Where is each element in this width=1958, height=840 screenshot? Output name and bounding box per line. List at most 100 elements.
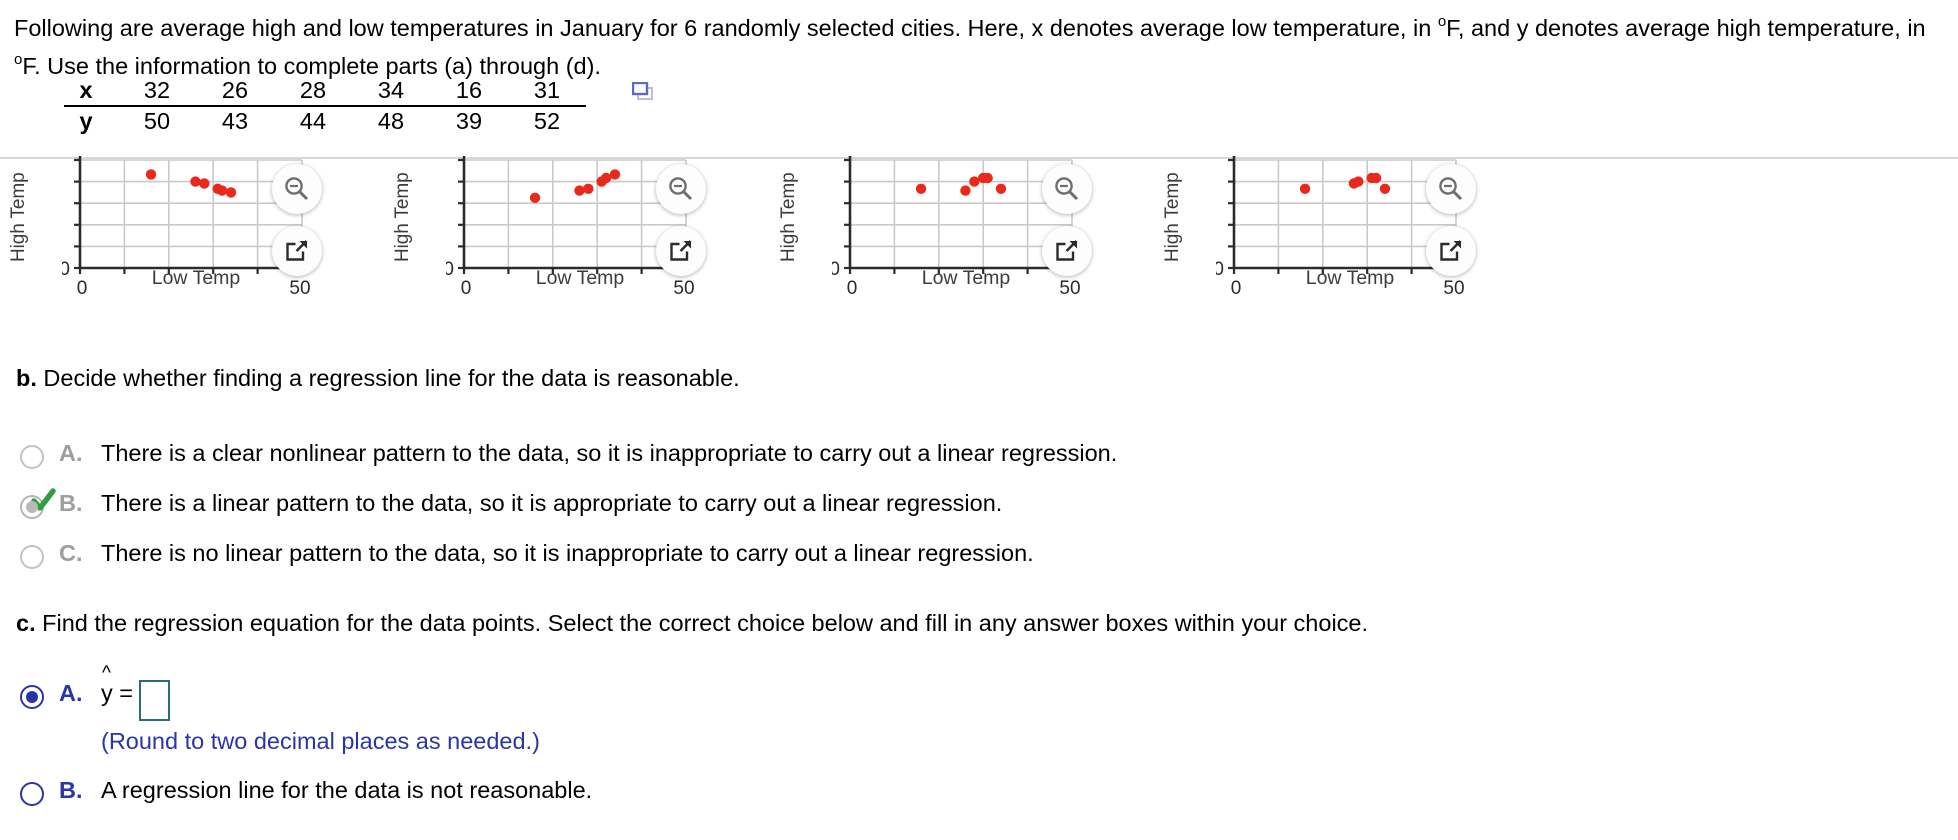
option-b-B[interactable]: B. There is a linear pattern to the data… bbox=[20, 488, 1420, 540]
equals-sign: = bbox=[112, 680, 134, 706]
table-cell-x2: 28 bbox=[274, 76, 352, 107]
plot-1-data-point bbox=[190, 176, 201, 187]
plot-3-y-axis-label: High Temp bbox=[778, 172, 799, 262]
table-cell-y4: 39 bbox=[455, 108, 483, 134]
scatter-plot-3: High Temp 0 0 50 Low Temp bbox=[778, 152, 1184, 312]
plot-2-data-point bbox=[600, 172, 612, 184]
plot-3-data-point bbox=[982, 172, 993, 184]
problem-line1-part1: Following are average high and low tempe… bbox=[14, 15, 1438, 41]
plot-2-y-axis-label: High Temp bbox=[392, 172, 413, 262]
option-c-B-letter: B. bbox=[59, 777, 83, 803]
plot-1-data-point bbox=[216, 185, 228, 196]
plot-2-x-axis-label: Low Temp bbox=[535, 267, 625, 289]
option-b-A-text: There is a clear nonlinear pattern to th… bbox=[101, 440, 1118, 466]
row-label-x: x bbox=[64, 76, 118, 107]
plot-3-tools bbox=[1042, 164, 1104, 288]
zoom-out-icon[interactable] bbox=[1426, 164, 1476, 214]
part-c-prompt: c. Find the regression equation for the … bbox=[16, 610, 1368, 637]
plot-3-data-point bbox=[995, 183, 1007, 194]
plot-4-data-point bbox=[1370, 172, 1382, 184]
plot-3-data-point bbox=[969, 176, 980, 187]
plot-2-tools bbox=[656, 164, 718, 288]
part-c-options: A. ^ y = (Round to two decimal places as… bbox=[20, 664, 1420, 827]
plot-1-y-axis-label: High Temp bbox=[8, 172, 29, 262]
plot-2-xtick-0: 0 bbox=[461, 278, 472, 299]
plot-4-x-axis-label: Low Temp bbox=[1305, 267, 1395, 289]
table-cell-y0: 50 bbox=[143, 108, 171, 134]
option-b-B-text: There is a linear pattern to the data, s… bbox=[101, 490, 1003, 516]
plot-4-tools bbox=[1426, 164, 1488, 288]
scatter-plot-4: High Temp 0 0 50 Low Temp bbox=[1162, 152, 1568, 312]
radio-b-B[interactable] bbox=[20, 488, 56, 519]
plot-4-data-point bbox=[1353, 176, 1364, 187]
data-table: x 32 26 28 34 16 31 y 50 43 44 48 39 52 bbox=[64, 76, 586, 136]
option-b-C-letter: C. bbox=[59, 540, 83, 566]
plot-2-data-point bbox=[583, 183, 594, 194]
radio-b-C[interactable] bbox=[20, 545, 44, 569]
table-cell-x0: 32 bbox=[118, 76, 196, 107]
option-b-A[interactable]: A. There is a clear nonlinear pattern to… bbox=[20, 440, 1420, 490]
part-b-options: A. There is a clear nonlinear pattern to… bbox=[20, 440, 1420, 590]
zoom-out-icon[interactable] bbox=[1042, 164, 1092, 214]
plot-1-ytick-0: 0 bbox=[62, 259, 70, 280]
plot-4-ytick-0: 0 bbox=[1216, 259, 1224, 280]
table-cell-x1: 26 bbox=[196, 76, 274, 107]
pop-out-icon[interactable] bbox=[1426, 226, 1476, 276]
table-cell-y5: 52 bbox=[533, 108, 561, 134]
option-b-A-letter: A. bbox=[59, 440, 83, 466]
table-cell-y3: 48 bbox=[377, 108, 405, 134]
part-b-text: Decide whether finding a regression line… bbox=[36, 365, 740, 391]
pop-out-icon[interactable] bbox=[1042, 226, 1092, 276]
regression-equation-block: ^ y = (Round to two decimal places as ne… bbox=[101, 664, 540, 755]
zoom-out-icon[interactable] bbox=[656, 164, 706, 214]
y-hat-symbol: ^ y = bbox=[101, 664, 134, 707]
plot-3-ytick-0: 0 bbox=[832, 259, 840, 280]
part-b-prompt: b. Decide whether finding a regression l… bbox=[16, 365, 740, 392]
option-c-B-text: A regression line for the data is not re… bbox=[101, 777, 593, 803]
part-c-text: Find the regression equation for the dat… bbox=[35, 610, 1369, 636]
table-row-x: x 32 26 28 34 16 31 bbox=[64, 76, 586, 107]
plot-4-y-axis-label: High Temp bbox=[1162, 172, 1183, 262]
plot-2-data-point bbox=[609, 169, 621, 180]
plot-2-ytick-0: 0 bbox=[446, 259, 454, 280]
radio-c-A[interactable] bbox=[20, 685, 44, 709]
part-c-label: c. bbox=[16, 610, 36, 636]
plot-2-data-point bbox=[574, 185, 585, 196]
radio-c-B[interactable] bbox=[20, 782, 44, 806]
table-cell-x5: 31 bbox=[508, 76, 586, 107]
option-b-B-letter: B. bbox=[59, 490, 83, 516]
problem-statement: Following are average high and low tempe… bbox=[14, 6, 1934, 82]
plot-1-data-point bbox=[145, 169, 157, 180]
pop-out-icon[interactable] bbox=[272, 226, 322, 276]
pop-out-icon[interactable] bbox=[656, 226, 706, 276]
answer-input-box[interactable] bbox=[139, 680, 171, 721]
plot-1-xtick-0: 0 bbox=[77, 278, 88, 299]
zoom-out-icon[interactable] bbox=[272, 164, 322, 214]
plot-4-data-point bbox=[1299, 183, 1311, 194]
part-b-label: b. bbox=[16, 365, 37, 391]
table-cell-x4: 16 bbox=[430, 76, 508, 107]
problem-line2-part1: high temperature, in bbox=[1716, 15, 1926, 41]
plot-1-tools bbox=[272, 164, 334, 288]
option-b-C-text: There is no linear pattern to the data, … bbox=[101, 540, 1034, 566]
data-table-container: x 32 26 28 34 16 31 y 50 43 44 48 39 52 bbox=[64, 76, 586, 136]
plot-1-data-point bbox=[225, 187, 237, 198]
copy-icon[interactable] bbox=[631, 81, 654, 102]
plot-3-data-point bbox=[960, 185, 971, 196]
plot-4-data-point bbox=[1379, 183, 1391, 194]
scatter-plot-1: High Temp 0 0 50 Low Temp bbox=[8, 152, 414, 312]
table-row-y: y 50 43 44 48 39 52 bbox=[64, 106, 586, 136]
radio-b-A[interactable] bbox=[20, 445, 44, 469]
option-c-B[interactable]: B. A regression line for the data is not… bbox=[20, 777, 1420, 827]
option-c-A[interactable]: A. ^ y = (Round to two decimal places as… bbox=[20, 664, 1420, 755]
plot-3-xtick-0: 0 bbox=[847, 278, 858, 299]
degree-symbol-1: o bbox=[1437, 13, 1447, 30]
check-icon bbox=[31, 488, 56, 511]
option-b-C[interactable]: C. There is no linear pattern to the dat… bbox=[20, 540, 1420, 590]
scatter-plot-2: High Temp 0 0 50 Low Temp bbox=[392, 152, 798, 312]
plot-1-data-point bbox=[199, 178, 210, 189]
rounding-note: (Round to two decimal places as needed.) bbox=[101, 728, 540, 754]
plot-1-x-axis-label: Low Temp bbox=[151, 267, 241, 289]
table-cell-y1: 43 bbox=[221, 108, 249, 134]
option-c-A-letter: A. bbox=[59, 680, 83, 706]
